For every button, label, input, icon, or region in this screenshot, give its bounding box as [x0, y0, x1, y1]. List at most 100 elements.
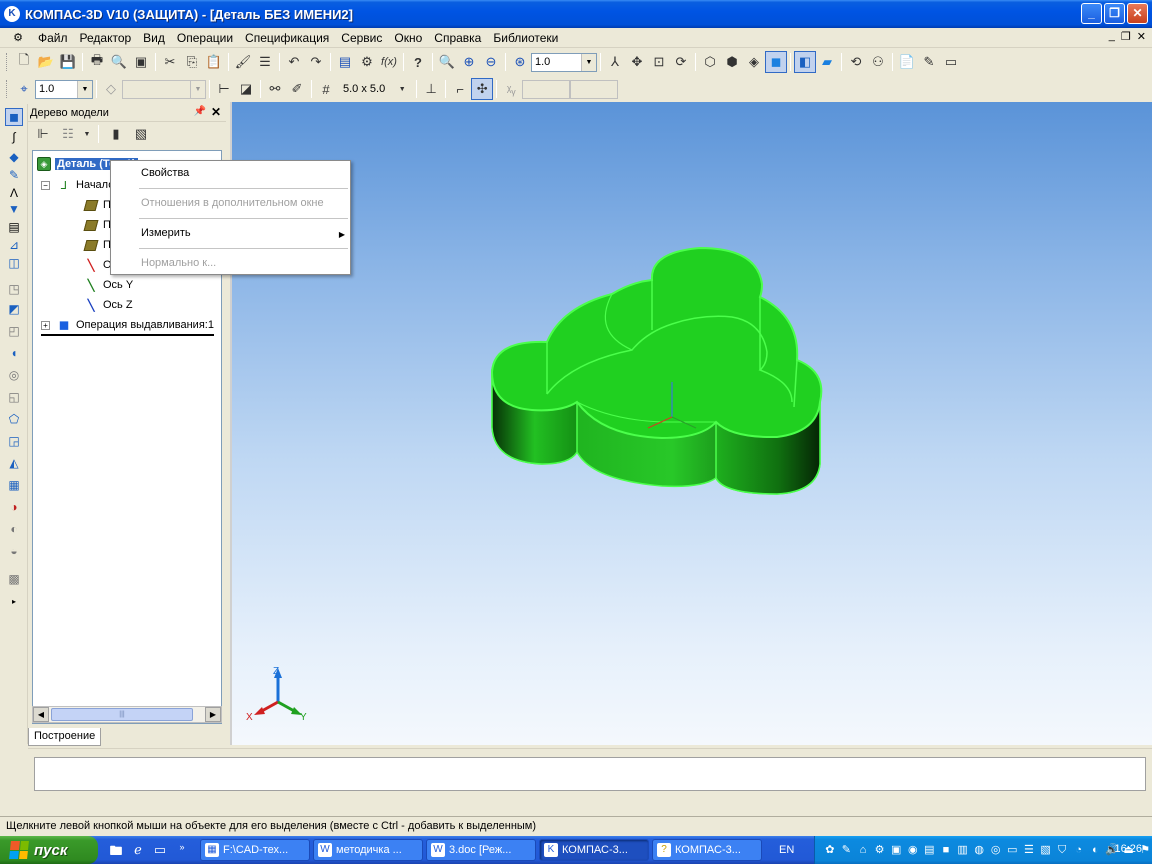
print-preview-icon[interactable]: 🔍: [108, 51, 130, 73]
report-icon[interactable]: 📄: [896, 51, 918, 73]
hidden-lines-icon[interactable]: ⬢: [721, 51, 743, 73]
tree-structure-icon[interactable]: ⊩: [32, 123, 54, 145]
expand-toolbar-icon[interactable]: ▸: [5, 592, 23, 610]
document-menu-icon[interactable]: ⚙: [10, 31, 26, 45]
revolve-icon[interactable]: ◖: [5, 344, 23, 362]
tree-view-icon[interactable]: ☷: [57, 123, 79, 145]
task-3-doc[interactable]: W 3.doc [Реж...: [426, 839, 536, 861]
chevron-down-icon[interactable]: ▼: [581, 53, 596, 71]
undo-icon[interactable]: ↶: [283, 51, 305, 73]
tray-bars-icon[interactable]: ▥: [956, 843, 970, 857]
extrude-op-icon[interactable]: ◩: [5, 300, 23, 318]
part-top-face[interactable]: [490, 246, 823, 440]
tray-battery-icon[interactable]: ▭: [1006, 843, 1020, 857]
task-file-manager[interactable]: ▦ F:\CAD-тех...: [200, 839, 310, 861]
new-file-icon[interactable]: 🗋: [13, 51, 35, 73]
round-icon[interactable]: ⌐: [449, 78, 471, 100]
task-kompas-help[interactable]: ? КОМПАС-3...: [652, 839, 762, 861]
tree-node-plane-xy[interactable]: П: [83, 197, 111, 213]
tray-chart-icon[interactable]: ▧: [1039, 843, 1053, 857]
step-cursor-icon[interactable]: ⌖: [13, 78, 35, 100]
cut-extrude-icon[interactable]: ◰: [5, 322, 23, 340]
scroll-right-icon[interactable]: ▶: [205, 707, 221, 722]
menu-editor[interactable]: Редактор: [74, 29, 138, 47]
edit-detail-icon[interactable]: ◼: [5, 108, 23, 126]
mdi-close-icon[interactable]: ✕: [1137, 30, 1146, 43]
part-model-svg[interactable]: Z X Y: [232, 102, 1152, 745]
array-icon[interactable]: ▦: [5, 476, 23, 494]
tray-monitor-icon[interactable]: ▣: [889, 843, 903, 857]
tree-horizontal-scrollbar[interactable]: ◀ ||| ▶: [32, 706, 222, 723]
spec-icon[interactable]: ▤: [5, 218, 23, 236]
menu-operations[interactable]: Операции: [171, 29, 239, 47]
manager-icon[interactable]: ▤: [334, 51, 356, 73]
explorer-icon[interactable]: 🖿: [108, 842, 124, 858]
ctx-properties[interactable]: Свойства: [141, 167, 189, 179]
mdi-minimize-icon[interactable]: _: [1109, 30, 1115, 43]
wireframe-icon[interactable]: ⬡: [699, 51, 721, 73]
menu-view[interactable]: Вид: [137, 29, 171, 47]
print-icon[interactable]: 🖶: [86, 51, 108, 73]
redo-icon[interactable]: ↷: [305, 51, 327, 73]
restore-button[interactable]: ❐: [1104, 3, 1125, 24]
edit-pencil-icon[interactable]: ✎: [918, 51, 940, 73]
scroll-left-icon[interactable]: ◀: [33, 707, 49, 722]
library-icon[interactable]: ⚙: [356, 51, 378, 73]
show-desktop-icon[interactable]: ▭: [152, 842, 168, 858]
tree-node-axis-z[interactable]: ╲ Ось Z: [83, 297, 133, 313]
language-indicator[interactable]: EN: [779, 844, 794, 856]
tray-pen-icon[interactable]: ✎: [840, 843, 854, 857]
paste-icon[interactable]: 📋: [203, 51, 225, 73]
tray-globe-icon[interactable]: ◍: [972, 843, 986, 857]
close-icon[interactable]: ✕: [211, 105, 221, 119]
menu-file[interactable]: Файл: [32, 29, 74, 47]
step-combo[interactable]: 1.0 ▼: [35, 79, 93, 99]
hole-icon[interactable]: ◎: [5, 366, 23, 384]
zoom-window-icon[interactable]: 🔍: [436, 51, 458, 73]
chevron-down-icon[interactable]: ▼: [77, 80, 92, 98]
tray-disk-icon[interactable]: ◉: [906, 843, 920, 857]
properties-brush-icon[interactable]: 🖌: [232, 51, 254, 73]
fillet-icon[interactable]: ◲: [5, 432, 23, 450]
aux-geometry-icon[interactable]: ◆: [5, 148, 23, 166]
tray-search-icon[interactable]: ◎: [989, 843, 1003, 857]
rib-icon[interactable]: ⬠: [5, 410, 23, 428]
mdi-restore-icon[interactable]: ❐: [1121, 30, 1131, 43]
variables-fx-icon[interactable]: f(x): [378, 51, 400, 73]
ortho-icon[interactable]: ⊥: [420, 78, 442, 100]
tray-shield-icon[interactable]: ⛉: [1055, 843, 1069, 857]
3d-viewport[interactable]: Z X Y: [230, 102, 1152, 745]
tray-archive-icon[interactable]: ☰: [1022, 843, 1036, 857]
zoom-out-icon[interactable]: ⊖: [480, 51, 502, 73]
refresh-icon[interactable]: ⟳: [670, 51, 692, 73]
tray-antivirus-icon[interactable]: ◐: [1089, 843, 1103, 857]
toolbar-grip[interactable]: [6, 80, 9, 98]
shell-icon[interactable]: ◱: [5, 388, 23, 406]
chamfer-icon[interactable]: ◭: [5, 454, 23, 472]
tree-node-axis-x[interactable]: ╲ О: [83, 257, 112, 273]
snap-icon[interactable]: ✣: [471, 78, 494, 100]
tray-network-icon[interactable]: ⌂: [856, 843, 870, 857]
toolbar-grip[interactable]: [6, 53, 9, 71]
split-icon[interactable]: ◒: [5, 542, 23, 560]
spline-icon[interactable]: ∫: [5, 128, 23, 146]
shaded-icon[interactable]: ◼: [765, 51, 787, 73]
tray-black-icon[interactable]: ■: [939, 843, 953, 857]
internet-explorer-icon[interactable]: ℯ: [130, 842, 146, 858]
tree-node-axis-y[interactable]: ╲ Ось Y: [83, 277, 134, 293]
ctx-relations-window[interactable]: Отношения в дополнительном окне: [141, 197, 324, 209]
collapse-icon[interactable]: −: [41, 180, 50, 190]
ctx-normal-to[interactable]: Нормально к...: [141, 257, 216, 269]
tray-gear-icon[interactable]: ✿: [823, 843, 837, 857]
menu-specification[interactable]: Спецификация: [239, 29, 335, 47]
menu-window[interactable]: Окно: [388, 29, 428, 47]
menu-service[interactable]: Сервис: [335, 29, 388, 47]
measure-chart-icon[interactable]: ⊿: [5, 236, 23, 254]
tray-nvidia-icon[interactable]: ◔: [1072, 843, 1086, 857]
menu-libraries[interactable]: Библиотеки: [487, 29, 564, 47]
thin-hidden-icon[interactable]: ◈: [743, 51, 765, 73]
plane-orient-icon[interactable]: ◪: [235, 78, 257, 100]
menu-help[interactable]: Справка: [428, 29, 487, 47]
minimize-button[interactable]: _: [1081, 3, 1102, 24]
layer-combo[interactable]: ▼: [122, 79, 206, 99]
